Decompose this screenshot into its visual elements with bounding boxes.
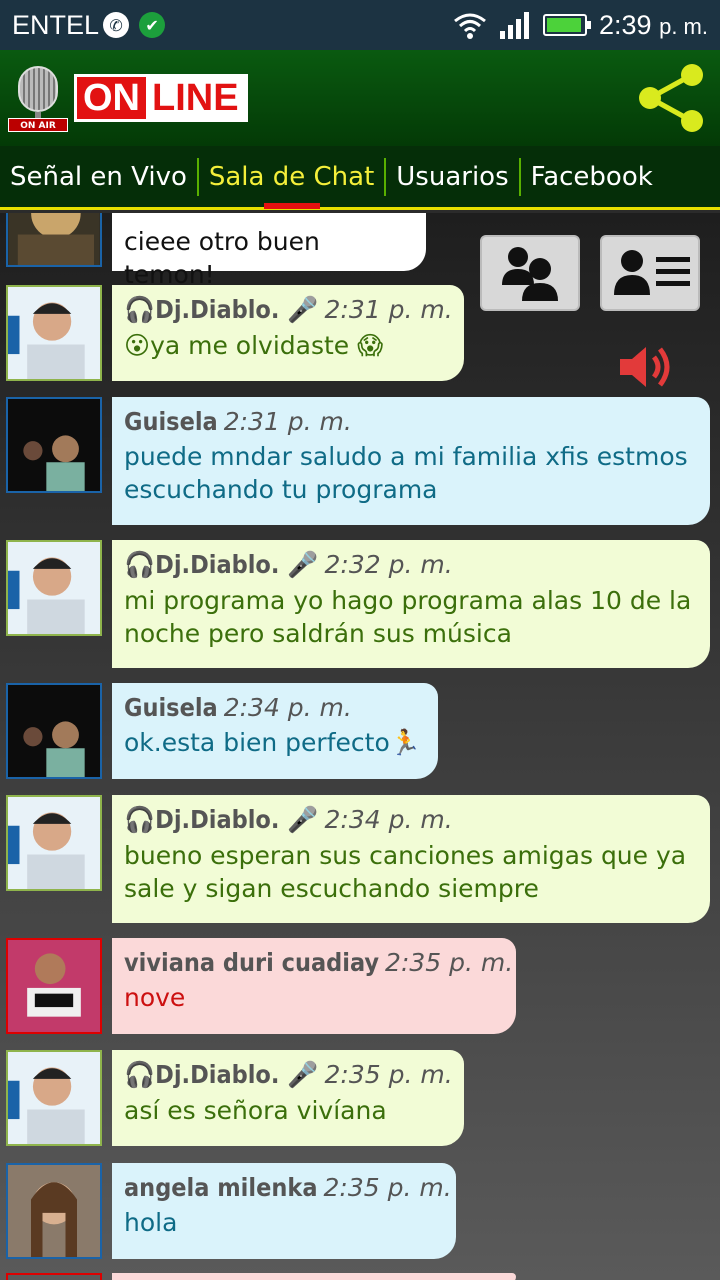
message-bubble	[112, 1273, 516, 1280]
check-icon: ✔	[139, 12, 166, 38]
message-text: bueno esperan sus canciones amigas que y…	[124, 841, 687, 903]
profile-button[interactable]	[600, 235, 700, 311]
message-header: 🎧Dj.Diablo. 🎤 2:32 p. m.	[124, 550, 453, 579]
message-header: Guisela 2:34 p. m.	[124, 693, 426, 722]
message-bubble: 🎧Dj.Diablo. 🎤 2:35 p. m. así es señora vi…	[112, 1050, 464, 1146]
sender-name[interactable]: Dj.Diablo.	[155, 1060, 279, 1089]
battery-icon	[543, 14, 592, 36]
message-bubble: viviana duri cuadiay 2:35 p. m. nove	[112, 938, 516, 1034]
message-bubble: 🎧Dj.Diablo. 🎤 2:32 p. m. mi programa yo h…	[112, 540, 710, 668]
logo-on-text: ON	[77, 77, 146, 119]
microphone-logo-icon: ON AIR	[8, 62, 68, 134]
message-header: 🎧Dj.Diablo. 🎤 2:31 p. m.	[124, 295, 453, 324]
app-header: ON AIR ON LINE	[0, 50, 720, 146]
status-bar: ENTEL ✆ ✔ 2:39 p. m.	[0, 0, 720, 50]
whatsapp-icon: ✆	[103, 12, 130, 38]
tab-sala-de-chat[interactable]: Sala de Chat	[199, 157, 387, 209]
avatar[interactable]	[6, 397, 102, 493]
message-text: así es señora vivíana	[124, 1096, 387, 1125]
sender-name[interactable]: Guisela	[124, 407, 218, 436]
users-button[interactable]	[480, 235, 580, 311]
message-text: puede mndar saludo a mi familia xfis est…	[124, 442, 688, 504]
message-time: 2:32 p. m.	[324, 550, 453, 579]
message-time: 2:35 p. m.	[324, 1060, 453, 1089]
tab-bar: Señal en Vivo Sala de Chat Usuarios Face…	[0, 146, 720, 210]
message-bubble: cieee otro buen temon!	[112, 213, 426, 289]
message-text: ok.esta bien perfecto🏃	[124, 728, 421, 757]
message-time: 2:35 p. m.	[385, 948, 514, 977]
message-text: hola	[124, 1208, 178, 1237]
avatar[interactable]	[6, 683, 102, 779]
chat-list[interactable]: cieee otro buen temon! 🎧Dj.Diablo. 🎤 2:31…	[0, 213, 720, 1280]
message-header: Guisela 2:31 p. m.	[124, 407, 698, 436]
users-icon	[502, 247, 558, 301]
avatar[interactable]	[6, 285, 102, 381]
message-text: nove	[124, 983, 186, 1012]
avatar[interactable]	[6, 795, 102, 891]
message-bubble: Guisela 2:31 p. m. puede mndar saludo a m…	[112, 397, 710, 525]
message-header: angela milenka 2:35 p. m.	[124, 1173, 452, 1202]
tab-usuarios[interactable]: Usuarios	[386, 157, 521, 196]
message-bubble: angela milenka 2:35 p. m. hola	[112, 1163, 456, 1259]
clock: 2:39 p. m.	[599, 9, 708, 40]
avatar[interactable]	[6, 938, 102, 1034]
on-air-label: ON AIR	[8, 118, 68, 132]
message-bubble: Guisela 2:34 p. m. ok.esta bien perfecto🏃	[112, 683, 438, 779]
carrier-label: ENTEL	[12, 9, 100, 40]
message-time: 2:31 p. m.	[324, 295, 453, 324]
tab-facebook[interactable]: Facebook	[521, 158, 663, 196]
sender-name[interactable]: Dj.Diablo.	[155, 805, 279, 834]
avatar[interactable]	[6, 1050, 102, 1146]
wifi-icon	[454, 13, 486, 39]
message-header: viviana duri cuadiay 2:35 p. m.	[124, 948, 513, 977]
avatar[interactable]	[6, 1163, 102, 1259]
message-text: 😮ya me olvidaste 😱	[124, 331, 384, 360]
volume-icon[interactable]	[616, 343, 674, 391]
sender-name[interactable]: Guisela	[124, 693, 218, 722]
sender-name[interactable]: viviana duri cuadiay	[124, 948, 379, 977]
message-text: cieee otro buen temon!	[124, 227, 320, 289]
profile-card-icon	[614, 250, 690, 295]
message-time: 2:34 p. m.	[324, 805, 453, 834]
logo-line-text: LINE	[146, 77, 245, 119]
message-time: 2:35 p. m.	[323, 1173, 452, 1202]
tab-senal-en-vivo[interactable]: Señal en Vivo	[0, 157, 199, 196]
message-header: 🎧Dj.Diablo. 🎤 2:34 p. m.	[124, 805, 453, 834]
message-header: 🎧Dj.Diablo. 🎤 2:35 p. m.	[124, 1060, 453, 1089]
message-bubble: 🎧Dj.Diablo. 🎤 2:34 p. m. bueno esperan su…	[112, 795, 710, 923]
message-time: 2:34 p. m.	[223, 693, 352, 722]
share-icon[interactable]	[636, 62, 706, 134]
avatar[interactable]	[6, 213, 102, 267]
sender-name[interactable]: Dj.Diablo.	[155, 295, 279, 324]
message-time: 2:31 p. m.	[223, 407, 352, 436]
sender-name[interactable]: Dj.Diablo.	[155, 550, 279, 579]
message-text: mi programa yo hago programa alas 10 de …	[124, 586, 692, 648]
signal-icon	[500, 12, 530, 39]
avatar[interactable]	[6, 540, 102, 636]
message-bubble: 🎧Dj.Diablo. 🎤 2:31 p. m. 😮ya me olvidaste…	[112, 285, 464, 381]
app-logo: ON LINE	[74, 74, 248, 122]
sender-name[interactable]: angela milenka	[124, 1173, 318, 1202]
avatar[interactable]	[6, 1273, 102, 1280]
